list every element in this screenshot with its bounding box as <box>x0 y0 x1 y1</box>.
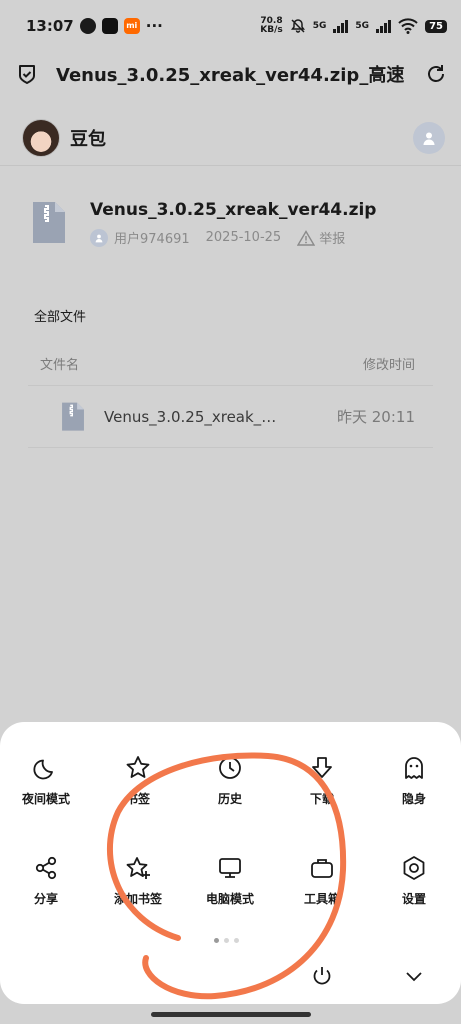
signal-5g-label-1: 5G <box>312 21 327 31</box>
col-time-header: 修改时间 <box>362 358 415 373</box>
zip-file-icon <box>33 202 65 243</box>
network-speed-unit: KB/s <box>260 25 283 35</box>
share-icon <box>35 856 57 880</box>
upload-date: 2025-10-25 <box>205 230 282 245</box>
menu-add-bookmark[interactable]: 添加书签 <box>92 854 184 918</box>
home-indicator[interactable] <box>151 1012 311 1017</box>
file-info: Venus_3.0.25_xreak_ver44.zip 用户974691 20… <box>30 200 440 247</box>
menu-label: 书签 <box>125 792 150 806</box>
file-table-header: 文件名 修改时间 <box>28 342 433 386</box>
toolbox-icon <box>311 859 333 878</box>
col-name-header: 文件名 <box>40 358 80 373</box>
page-title[interactable]: Venus_3.0.25_xreak_ver44.zip_高速免 <box>56 61 404 87</box>
menu-history[interactable]: 历史 <box>184 754 276 818</box>
menu-toolbox[interactable]: 工具箱 <box>276 854 368 918</box>
all-files-label: 全部文件 <box>34 310 87 325</box>
report-label: 举报 <box>319 232 346 247</box>
network-speed: 70.8 KB/s <box>260 17 282 35</box>
menu-label: 分享 <box>33 892 58 906</box>
file-title: Venus_3.0.25_xreak_ver44.zip <box>90 200 377 220</box>
menu-share[interactable]: 分享 <box>0 854 92 918</box>
page-dot <box>234 938 239 943</box>
user-icon <box>95 234 103 242</box>
clock-icon <box>219 757 241 779</box>
exit-button[interactable] <box>308 962 336 990</box>
warning-icon <box>297 229 316 246</box>
browser-menu-sheet: 夜间模式 书签 历史 下载 隐身 分享 添加书签 电脑模式 工具箱 设置 <box>0 722 461 1004</box>
mute-bell-icon <box>290 19 305 33</box>
more-notifications-icon: ··· <box>145 17 163 35</box>
menu-incognito[interactable]: 隐身 <box>368 754 460 818</box>
signal-5g-label-2: 5G <box>355 21 370 31</box>
menu-label: 添加书签 <box>113 892 162 906</box>
star-plus-icon <box>126 857 150 879</box>
menu-label: 设置 <box>401 892 426 906</box>
refresh-icon[interactable] <box>425 63 447 85</box>
power-icon <box>313 967 331 985</box>
menu-label: 夜间模式 <box>21 792 70 806</box>
page-dot <box>214 938 219 943</box>
table-row[interactable]: Venus_3.0.25_xreak_ver44.zip 昨天 20:11 <box>28 386 433 448</box>
report-button[interactable]: 举报 <box>297 228 345 247</box>
brand-avatar[interactable] <box>22 118 60 157</box>
address-bar[interactable]: Venus_3.0.25_xreak_ver44.zip_高速免 <box>0 52 461 96</box>
shield-check-icon[interactable] <box>16 63 38 85</box>
battery-indicator: 75 <box>425 19 447 33</box>
wifi-icon <box>398 18 418 34</box>
zip-file-icon <box>62 402 84 431</box>
tiktok-app-icon <box>101 18 118 34</box>
page-indicator <box>214 938 239 943</box>
signal-bars-icon-2 <box>376 19 392 33</box>
menu-label: 电脑模式 <box>205 892 254 906</box>
menu-label: 历史 <box>217 792 242 806</box>
monitor-icon <box>219 858 241 878</box>
settings-icon <box>403 856 425 880</box>
menu-settings[interactable]: 设置 <box>368 854 460 918</box>
brand-name[interactable]: 豆包 <box>70 125 106 151</box>
user-icon <box>423 132 435 145</box>
download-icon <box>312 757 332 778</box>
menu-label: 工具箱 <box>303 892 340 906</box>
chevron-down-icon <box>406 972 422 982</box>
user-avatar[interactable] <box>413 121 445 154</box>
menu-label: 隐身 <box>401 792 426 806</box>
uploader-avatar <box>90 228 108 247</box>
collapse-menu-button[interactable] <box>400 962 428 990</box>
signal-bars-icon <box>333 19 349 33</box>
mi-app-icon: mi <box>123 18 140 34</box>
page-dot <box>224 938 229 943</box>
menu-downloads[interactable]: 下载 <box>276 754 368 818</box>
site-header: 豆包 <box>0 110 461 166</box>
menu-desktop-mode[interactable]: 电脑模式 <box>184 854 276 918</box>
menu-label: 下载 <box>309 792 334 806</box>
ghost-icon <box>405 757 423 779</box>
menu-bookmarks[interactable]: 书签 <box>92 754 184 818</box>
menu-night-mode[interactable]: 夜间模式 <box>0 754 92 818</box>
file-row-name[interactable]: Venus_3.0.25_xreak_ver44.zip <box>104 408 279 426</box>
file-row-time: 昨天 20:11 <box>337 408 415 426</box>
star-icon <box>126 756 150 778</box>
status-bar: 13:07 mi ··· 70.8 KB/s 5G 5G 75 <box>0 0 461 52</box>
uploader-name[interactable]: 用户974691 <box>114 228 190 247</box>
qq-app-icon <box>79 18 96 34</box>
moon-icon <box>33 759 53 780</box>
clock-time: 13:07 <box>26 17 74 35</box>
